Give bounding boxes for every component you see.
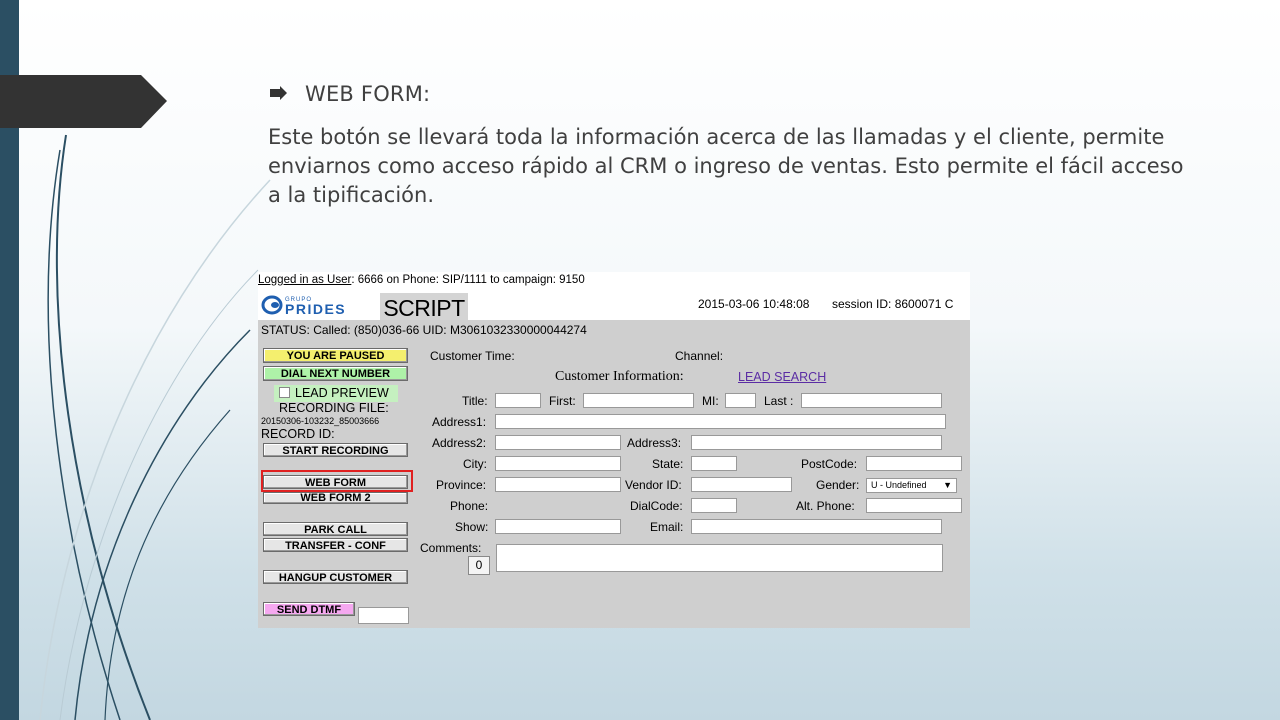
vendor-id-input[interactable] <box>691 477 792 492</box>
lead-preview-toggle[interactable]: LEAD PREVIEW <box>274 385 398 402</box>
show-label: Show: <box>455 520 489 534</box>
mi-label: MI: <box>702 394 719 408</box>
gender-label: Gender: <box>816 478 860 492</box>
svg-text:PRIDES: PRIDES <box>285 301 346 316</box>
logged-in-link[interactable]: Logged in as User <box>258 274 351 286</box>
customer-information-title: Customer Information: <box>555 369 684 384</box>
comments-textarea[interactable] <box>496 544 943 572</box>
dial-next-number-button[interactable]: DIAL NEXT NUMBER <box>263 366 408 381</box>
address3-label: Address3: <box>627 436 682 450</box>
park-call-button[interactable]: PARK CALL <box>263 522 408 536</box>
status-line: STATUS: Called: (850)036-66 UID: M306103… <box>261 323 587 337</box>
province-input[interactable] <box>495 477 621 492</box>
slide-heading: WEB FORM: <box>305 82 431 106</box>
hangup-customer-button[interactable]: HANGUP CUSTOMER <box>263 570 408 584</box>
postcode-input[interactable] <box>866 456 962 471</box>
phone-label: Phone: <box>450 499 489 513</box>
customer-time-label: Customer Time: <box>430 349 515 363</box>
last-name-input[interactable] <box>801 393 942 408</box>
comments-label: Comments: <box>420 541 482 555</box>
title-tab-shape <box>0 75 167 128</box>
tab-script[interactable]: SCRIPT <box>380 293 468 321</box>
recording-file-value: 20150306-103232_85003666 <box>261 416 380 426</box>
first-label: First: <box>549 394 576 408</box>
slide-body: Este botón se llevará toda la informació… <box>268 125 1184 207</box>
channel-label: Channel: <box>675 349 724 363</box>
postcode-label: PostCode: <box>801 457 858 471</box>
web-form-highlight <box>261 470 413 492</box>
alt-phone-input[interactable] <box>866 498 962 513</box>
show-input[interactable] <box>495 519 621 534</box>
state-label: State: <box>652 457 684 471</box>
datetime: 2015-03-06 10:48:08 <box>698 297 810 311</box>
zero-button[interactable]: 0 <box>468 556 490 575</box>
grupo-prides-logo: GRUPO PRIDES <box>261 295 346 316</box>
dtmf-input[interactable] <box>358 607 409 624</box>
email-label: Email: <box>650 520 684 534</box>
dialcode-input[interactable] <box>691 498 737 513</box>
city-input[interactable] <box>495 456 621 471</box>
address2-input[interactable] <box>495 435 621 450</box>
lead-preview-label: LEAD PREVIEW <box>295 386 389 400</box>
send-dtmf-button[interactable]: SEND DTMF <box>263 602 355 616</box>
gender-value: U - Undefined <box>871 480 927 490</box>
alt-phone-label: Alt. Phone: <box>796 499 855 513</box>
address2-label: Address2: <box>432 436 487 450</box>
you-are-paused-button[interactable]: YOU ARE PAUSED <box>263 348 408 363</box>
vendor-id-label: Vendor ID: <box>625 478 682 492</box>
last-label: Last : <box>764 394 794 408</box>
province-label: Province: <box>436 478 487 492</box>
gender-select[interactable]: U - Undefined ▼ <box>866 478 957 493</box>
first-name-input[interactable] <box>583 393 694 408</box>
city-label: City: <box>463 457 487 471</box>
dropdown-arrow-icon: ▼ <box>943 480 952 490</box>
login-details: : 6666 on Phone: SIP/1111 to campaign: 9… <box>351 274 585 286</box>
lead-search-link[interactable]: LEAD SEARCH <box>738 370 826 384</box>
lead-preview-checkbox[interactable] <box>279 387 290 398</box>
recording-file-label: RECORDING FILE: <box>279 401 389 415</box>
dialcode-label: DialCode: <box>630 499 683 513</box>
login-info: Logged in as User: 6666 on Phone: SIP/11… <box>258 274 585 286</box>
title-input[interactable] <box>495 393 541 408</box>
mi-input[interactable] <box>725 393 756 408</box>
address1-label: Address1: <box>432 415 487 429</box>
arrow-bullet-icon <box>270 86 287 100</box>
session-id: session ID: 8600071 C <box>832 297 954 311</box>
state-input[interactable] <box>691 456 737 471</box>
web-form-2-button[interactable]: WEB FORM 2 <box>263 492 408 504</box>
address3-input[interactable] <box>691 435 942 450</box>
title-label: Title: <box>462 394 488 408</box>
agent-screenshot: Logged in as User: 6666 on Phone: SIP/11… <box>258 272 970 628</box>
start-recording-button[interactable]: START RECORDING <box>263 443 408 457</box>
email-input[interactable] <box>691 519 942 534</box>
address1-input[interactable] <box>495 414 946 429</box>
record-id-label: RECORD ID: <box>261 427 335 441</box>
transfer-conf-button[interactable]: TRANSFER - CONF <box>263 538 408 552</box>
